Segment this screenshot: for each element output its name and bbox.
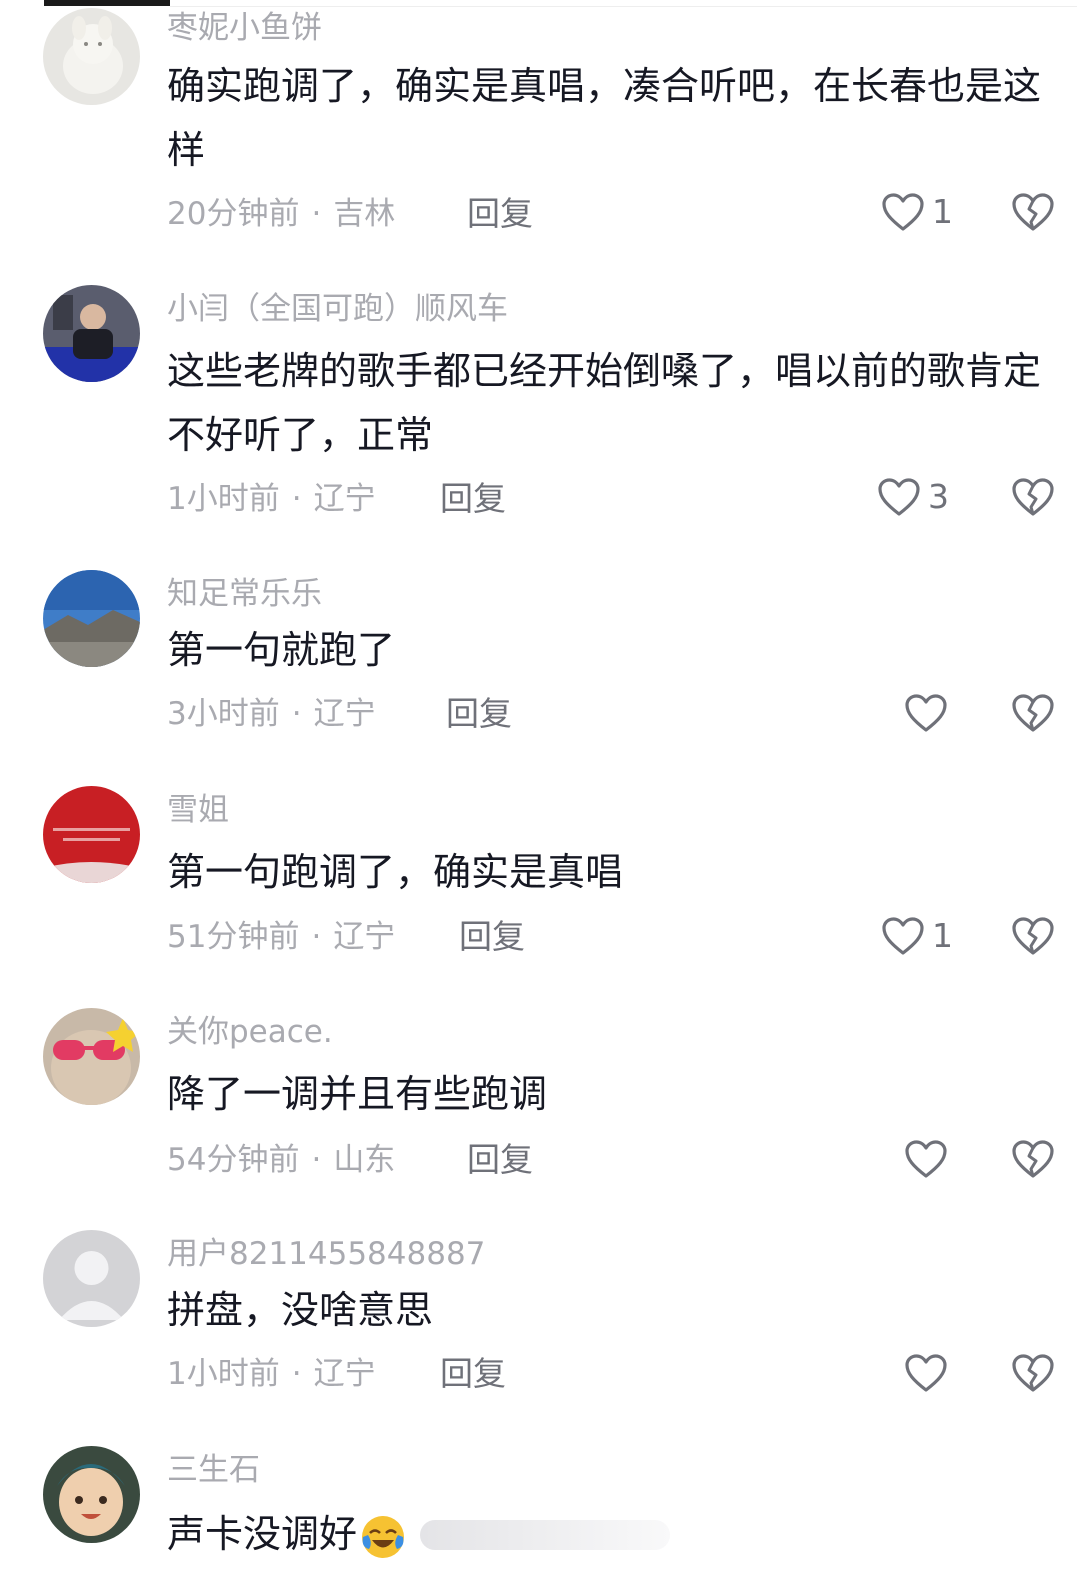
meta-separator: ·: [291, 1356, 302, 1392]
comment-meta: 1小时前 · 辽宁: [167, 1354, 376, 1394]
like-count: 3: [928, 477, 949, 516]
comment-username[interactable]: 三生石: [167, 1450, 260, 1490]
comment-time: 20分钟前: [167, 196, 300, 232]
comment-location: 辽宁: [313, 696, 376, 732]
meta-separator: ·: [311, 919, 322, 955]
comment-username[interactable]: 枣妮小鱼饼: [167, 8, 322, 48]
like-count: 1: [932, 192, 953, 231]
heart-outline-icon: [882, 193, 924, 231]
heart-outline-icon: [878, 478, 920, 516]
dislike-button[interactable]: [1010, 915, 1056, 957]
meta-separator: ·: [291, 481, 302, 517]
comment-time: 1小时前: [167, 481, 280, 517]
meta-separator: ·: [311, 196, 322, 232]
comment-username[interactable]: 知足常乐乐: [167, 574, 322, 614]
comment-time: 51分钟前: [167, 919, 300, 955]
reply-button[interactable]: 回复: [467, 1140, 533, 1180]
broken-heart-icon: [1012, 193, 1054, 231]
comment-username[interactable]: 关你peace.: [167, 1012, 333, 1052]
dislike-button[interactable]: [1010, 1352, 1056, 1394]
broken-heart-icon: [1012, 694, 1054, 732]
crying-laughing-emoji: [362, 1515, 405, 1558]
meta-separator: ·: [311, 1142, 322, 1178]
divider: [170, 6, 1077, 7]
broken-heart-icon: [1012, 1354, 1054, 1392]
comment-username[interactable]: 用户8211455848887: [167, 1234, 485, 1274]
comment-location: 吉林: [333, 196, 396, 232]
dislike-button[interactable]: [1010, 476, 1056, 518]
dislike-button[interactable]: [1010, 1138, 1056, 1180]
meta-separator: ·: [291, 696, 302, 732]
heart-outline-icon: [905, 1140, 947, 1178]
comment-time: 3小时前: [167, 696, 280, 732]
dislike-button[interactable]: [1010, 692, 1056, 734]
like-button[interactable]: 1: [880, 914, 953, 958]
like-button[interactable]: [903, 1137, 955, 1181]
avatar[interactable]: [43, 570, 140, 667]
comment-text: 确实跑调了，确实是真唱，凑合听吧，在长春也是这样: [167, 64, 1042, 172]
reply-button[interactable]: 回复: [459, 917, 525, 957]
comment-location: 山东: [333, 1142, 396, 1178]
comment-location: 辽宁: [333, 919, 396, 955]
dislike-button[interactable]: [1010, 191, 1056, 233]
comment-location: 辽宁: [313, 1356, 376, 1392]
like-button[interactable]: [903, 691, 955, 735]
comment-text: 拼盘，没啥意思: [167, 1288, 434, 1332]
reply-button[interactable]: 回复: [440, 479, 506, 519]
comment-text: 第一句跑调了，确实是真唱: [167, 850, 624, 894]
comment-time: 1小时前: [167, 1356, 280, 1392]
reply-button[interactable]: 回复: [440, 1354, 506, 1394]
comment-meta: 3小时前 · 辽宁: [167, 694, 376, 734]
reply-button[interactable]: 回复: [467, 194, 533, 234]
broken-heart-icon: [1012, 478, 1054, 516]
comment-meta: 1小时前 · 辽宁: [167, 479, 376, 519]
blurred-overlay: [420, 1520, 670, 1550]
reply-button[interactable]: 回复: [446, 694, 512, 734]
broken-heart-icon: [1012, 917, 1054, 955]
heart-outline-icon: [905, 1354, 947, 1392]
comment-text: 第一句就跑了: [167, 628, 396, 672]
comment-username[interactable]: 雪姐: [167, 790, 229, 830]
like-button[interactable]: 3: [876, 475, 949, 519]
like-count: 1: [932, 916, 953, 955]
comment-meta: 20分钟前 · 吉林: [167, 194, 395, 234]
avatar[interactable]: [43, 8, 140, 105]
comment-meta: 54分钟前 · 山东: [167, 1140, 395, 1180]
heart-outline-icon: [905, 694, 947, 732]
comment-text: 降了一调并且有些跑调: [167, 1072, 548, 1116]
avatar[interactable]: [43, 1008, 140, 1105]
comment-text: 这些老牌的歌手都已经开始倒嗓了，唱以前的歌肯定不好听了，正常: [167, 349, 1042, 457]
comment-location: 辽宁: [313, 481, 376, 517]
heart-outline-icon: [882, 917, 924, 955]
avatar[interactable]: [43, 285, 140, 382]
like-button[interactable]: [903, 1351, 955, 1395]
comment-time: 54分钟前: [167, 1142, 300, 1178]
broken-heart-icon: [1012, 1140, 1054, 1178]
comment-meta: 51分钟前 · 辽宁: [167, 917, 395, 957]
avatar[interactable]: [43, 786, 140, 883]
like-button[interactable]: 1: [880, 190, 953, 234]
comment-text-body: 声卡没调好: [167, 1512, 358, 1556]
active-tab-indicator: [44, 0, 170, 6]
avatar[interactable]: [43, 1446, 140, 1543]
comment-username[interactable]: 小闫（全国可跑）顺风车: [167, 289, 508, 329]
avatar[interactable]: [43, 1230, 140, 1327]
